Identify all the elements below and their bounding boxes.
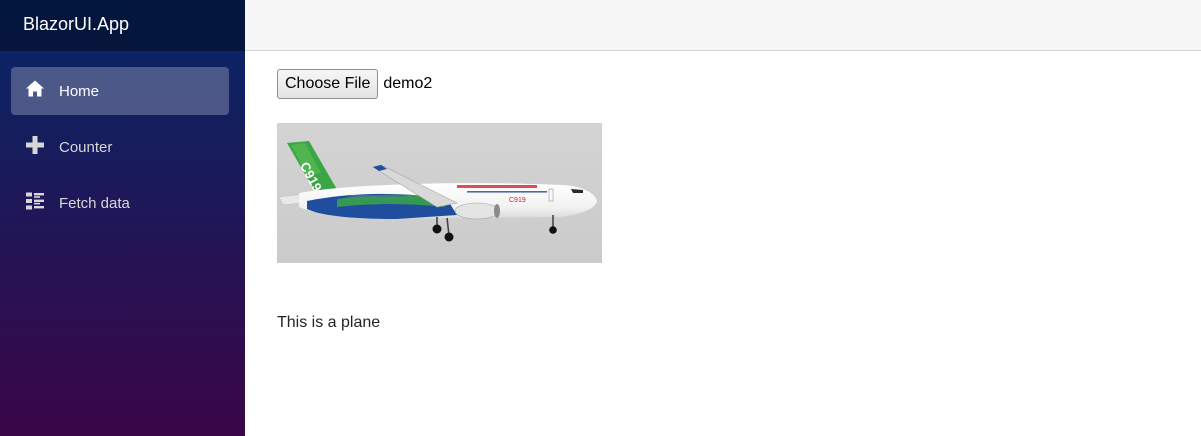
selected-file-name: demo2 <box>383 75 433 92</box>
brand-bar: BlazorUI.App <box>0 0 245 51</box>
main-content: Choose File demo2 C919 C919 This is a pl… <box>277 69 1177 332</box>
sidebar-item-fetch-data[interactable]: Fetch data <box>11 179 229 227</box>
file-input: Choose File demo2 <box>277 69 1177 99</box>
choose-file-button[interactable]: Choose File <box>277 69 379 99</box>
brand-link[interactable]: BlazorUI.App <box>23 15 129 33</box>
sidebar-item-label: Counter <box>59 138 113 156</box>
sidebar-item-counter[interactable]: Counter <box>11 123 229 171</box>
sidebar-item-label: Fetch data <box>59 194 130 212</box>
image-caption: This is a plane <box>277 314 381 331</box>
list-icon <box>25 191 45 211</box>
sidebar-item-label: Home <box>59 82 100 100</box>
sidebar-item-home[interactable]: Home <box>11 67 229 115</box>
plane-image: C919 C919 <box>277 123 602 263</box>
app-window: BlazorUI.App Home Counter Fetch data Cho… <box>0 0 1201 436</box>
sidebar-nav: Home Counter Fetch data <box>0 51 245 227</box>
sidebar: BlazorUI.App Home Counter Fetch data <box>0 0 245 436</box>
plus-icon <box>25 135 45 155</box>
svg-text:C919: C919 <box>509 197 526 204</box>
home-icon <box>25 79 45 99</box>
top-row <box>245 0 1201 51</box>
